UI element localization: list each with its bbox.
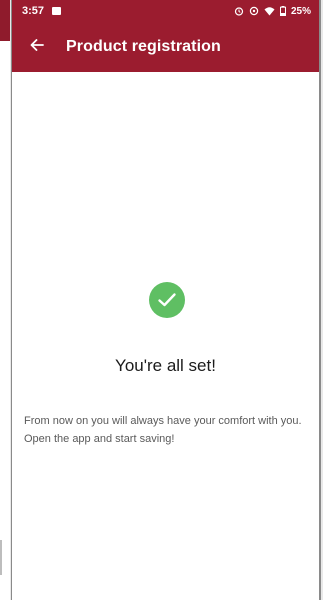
phone-frame: 3:57 25% Product registration You're all… (11, 0, 321, 600)
battery-icon (279, 6, 286, 16)
previous-screen-divider (0, 540, 2, 575)
image-notification-icon (52, 7, 62, 15)
arrow-left-icon (30, 38, 44, 56)
previous-screen-appbar (0, 0, 10, 41)
battery-percent: 25% (290, 5, 311, 17)
alarm-icon (234, 6, 244, 16)
rotate-icon (249, 6, 259, 16)
system-icons: 25% (234, 6, 311, 17)
page-title: Product registration (66, 38, 221, 55)
previous-screen-sliver (0, 0, 10, 600)
back-button[interactable] (26, 36, 48, 58)
success-message: From now on you will always have your co… (24, 415, 302, 445)
screen: 3:57 25% Product registration You're all… (0, 0, 323, 600)
status-time: 3:57 (22, 5, 45, 17)
app-bar: Product registration (12, 22, 319, 72)
status-bar: 3:57 25% (12, 0, 319, 22)
check-circle-icon (149, 282, 185, 318)
success-headline: You're all set! (115, 356, 216, 375)
wifi-icon (264, 6, 275, 16)
confirmation-panel: You're all set! From now on you will alw… (12, 72, 319, 600)
